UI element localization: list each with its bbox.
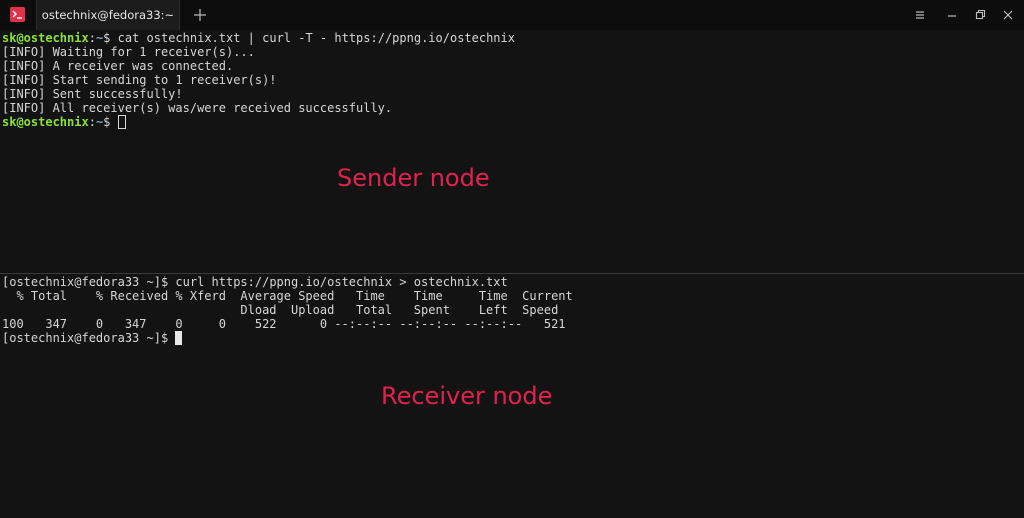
receiver-prompt: [ostechnix@fedora33 ~]$	[2, 275, 169, 289]
sender-prompt-line[interactable]: sk@ostechnix:~$	[2, 115, 126, 129]
terminal-app-icon	[10, 7, 25, 22]
receiver-node-label: Receiver node	[381, 382, 553, 410]
sender-command: cat ostechnix.txt | curl -T - https://pp…	[110, 31, 515, 45]
prompt-separator: :	[88, 31, 96, 45]
prompt-separator: :	[88, 115, 96, 129]
receiver-command: curl https://ppng.io/ostechnix > ostechn…	[168, 275, 508, 289]
receiver-command-line: [ostechnix@fedora33 ~]$ curl https://ppn…	[2, 275, 508, 289]
prompt-user: sk@ostechnix	[2, 31, 89, 45]
new-tab-plus-icon[interactable]	[192, 7, 208, 23]
minimize-icon[interactable]	[944, 7, 960, 23]
progress-header-line: % Total % Received % Xferd Average Speed…	[2, 289, 573, 303]
text-cursor	[175, 331, 183, 345]
text-cursor	[117, 115, 126, 129]
sender-output-line: [INFO] Waiting for 1 receiver(s)...	[2, 45, 255, 59]
close-window-icon[interactable]	[1000, 7, 1016, 23]
receiver-prompt: [ostechnix@fedora33 ~]$	[2, 331, 169, 345]
prompt-dollar: $	[103, 115, 111, 129]
tab-terminal[interactable]: ostechnix@fedora33:~	[36, 0, 180, 30]
progress-header-line: Dload Upload Total Spent Left Speed	[2, 303, 559, 317]
restore-window-icon[interactable]	[972, 7, 988, 23]
title-bar: ostechnix@fedora33:~	[0, 0, 1024, 30]
prompt-user: sk@ostechnix	[2, 115, 89, 129]
sender-output-line: [INFO] All receiver(s) was/were received…	[2, 101, 393, 115]
receiver-prompt-line[interactable]: [ostechnix@fedora33 ~]$	[2, 331, 183, 345]
sender-output-line: [INFO] A receiver was connected.	[2, 59, 234, 73]
sender-output-line: [INFO] Sent successfully!	[2, 87, 183, 101]
sender-output-line: [INFO] Start sending to 1 receiver(s)!	[2, 73, 277, 87]
sender-terminal-pane[interactable]: sk@ostechnix:~$ cat ostechnix.txt | curl…	[0, 30, 1024, 273]
hamburger-menu-icon[interactable]	[912, 7, 928, 23]
progress-row: 100 347 0 347 0 0 522 0 --:--:-- --:--:-…	[2, 317, 566, 331]
sender-command-line: sk@ostechnix:~$ cat ostechnix.txt | curl…	[2, 31, 515, 45]
sender-node-label: Sender node	[337, 164, 490, 192]
